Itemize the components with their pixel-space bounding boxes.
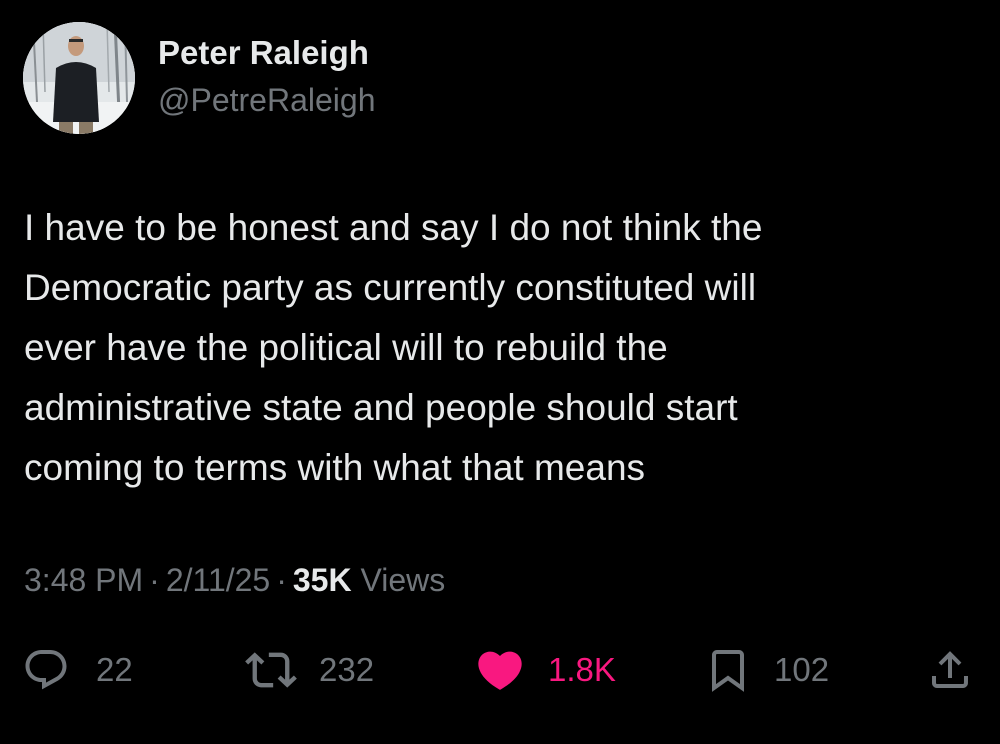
reply-count: 22 <box>96 651 133 688</box>
share-button[interactable] <box>926 640 974 700</box>
avatar[interactable] <box>23 22 135 134</box>
tweet-time[interactable]: 3:48 PM <box>24 562 143 598</box>
views-count[interactable]: 35K <box>293 562 352 598</box>
retweet-icon <box>245 652 297 688</box>
meta-separator: · <box>149 562 160 598</box>
action-bar: 22 232 1.8K 102 <box>0 640 1000 700</box>
meta-separator: · <box>276 562 287 598</box>
like-button[interactable]: 1.8K <box>474 640 616 700</box>
author-handle[interactable]: @PetreRaleigh <box>158 82 375 119</box>
tweet-text: I have to be honest and say I do not thi… <box>24 207 763 488</box>
bookmark-count: 102 <box>774 651 830 688</box>
like-count: 1.8K <box>548 651 616 688</box>
tweet-date[interactable]: 2/11/25 <box>166 562 270 598</box>
reply-icon <box>25 650 67 690</box>
author-display-name[interactable]: Peter Raleigh <box>158 34 369 72</box>
share-icon <box>932 651 968 688</box>
bookmark-icon <box>712 650 744 692</box>
profile-photo <box>23 22 135 134</box>
retweet-button[interactable]: 232 <box>245 640 374 700</box>
retweet-count: 232 <box>319 651 375 688</box>
heart-icon <box>478 651 522 690</box>
tweet-meta: 3:48 PM · 2/11/25 · 35K Views <box>24 562 445 599</box>
bookmark-button[interactable]: 102 <box>704 640 829 700</box>
views-label: Views <box>360 562 446 598</box>
reply-button[interactable]: 22 <box>22 640 133 700</box>
tweet: Peter Raleigh @PetreRaleigh I have to be… <box>0 0 1000 744</box>
